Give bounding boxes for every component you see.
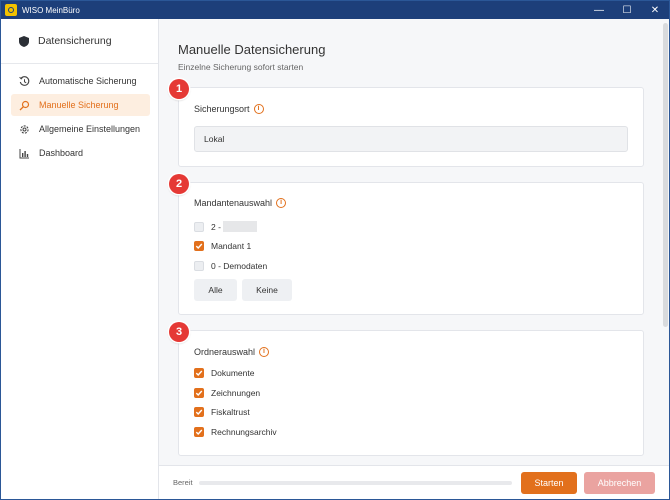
app-window: WISO MeinBüro — ☐ ✕ Datensicherung Autom… (0, 0, 670, 500)
checkbox[interactable] (194, 221, 204, 232)
title-bar: WISO MeinBüro — ☐ ✕ (1, 1, 669, 19)
page-title: Manuelle Datensicherung (178, 42, 326, 57)
sidebar: Datensicherung Automatische Sicherung Ma… (1, 19, 159, 499)
checkbox[interactable] (194, 241, 204, 251)
history-icon (19, 75, 30, 86)
info-icon[interactable]: i (276, 198, 287, 208)
search-icon (19, 100, 30, 110)
option-label: 0 - Demodaten (211, 261, 268, 271)
mandant-option[interactable]: Mandant 1 (194, 241, 251, 251)
select-all-button[interactable]: Alle (194, 279, 237, 301)
gear-icon (20, 124, 29, 134)
folder-option[interactable]: Dokumente (194, 368, 254, 378)
sidebar-item-manuelle-sicherung[interactable]: Manuelle Sicherung (11, 94, 150, 116)
checkbox[interactable] (194, 427, 204, 437)
step-badge-2: 2 (169, 174, 189, 194)
sidebar-item-automatische-sicherung[interactable]: Automatische Sicherung (11, 70, 150, 92)
option-label: Zeichnungen (211, 388, 261, 398)
option-label: Fiskaltrust (211, 407, 250, 417)
redacted-text (222, 221, 257, 232)
option-label: Rechnungsarchiv (211, 427, 277, 437)
option-label: Mandant 1 (211, 241, 252, 251)
sidebar-item-label: Automatische Sicherung (39, 76, 137, 86)
folder-option[interactable]: Zeichnungen (194, 388, 260, 398)
minimize-button[interactable]: — (585, 1, 613, 19)
shield-icon (19, 35, 29, 47)
sidebar-item-allgemeine-einstellungen[interactable]: Allgemeine Einstellungen (11, 118, 150, 140)
info-icon[interactable]: i (259, 347, 270, 357)
main-content: Manuelle Datensicherung Einzelne Sicheru… (159, 19, 669, 465)
section-title-text: Mandantenauswahl (194, 198, 273, 208)
sicherungsort-card: Sicherungsort i Lokal (178, 87, 644, 167)
step-badge-1: 1 (169, 79, 189, 99)
progress-bar (199, 481, 512, 485)
sidebar-header-label: Datensicherung (38, 35, 112, 47)
page-subtitle: Einzelne Sicherung sofort starten (178, 62, 304, 72)
mandant-option[interactable]: 2 - (194, 221, 257, 232)
checkbox[interactable] (194, 388, 204, 398)
sidebar-item-label: Manuelle Sicherung (39, 100, 119, 110)
sidebar-item-label: Dashboard (39, 148, 84, 158)
sidebar-item-label: Allgemeine Einstellungen (39, 124, 141, 134)
sidebar-header: Datensicherung (1, 19, 158, 63)
checkbox[interactable] (194, 368, 204, 378)
start-button[interactable]: Starten (521, 472, 577, 494)
close-button[interactable]: ✕ (641, 1, 669, 19)
folder-option[interactable]: Fiskaltrust (194, 407, 250, 417)
mandant-option[interactable]: 0 - Demodaten (194, 261, 267, 271)
option-label: 2 - (211, 221, 221, 232)
sicherungsort-title: Sicherungsort i (194, 104, 264, 114)
footer-bar: Bereit Starten Abbrechen (159, 465, 669, 499)
step-badge-3: 3 (169, 322, 189, 342)
section-title-text: Sicherungsort (194, 104, 250, 114)
section-title-text: Ordnerauswahl (194, 347, 256, 357)
sicherungsort-select[interactable]: Lokal (194, 126, 628, 152)
option-label: Dokumente (211, 368, 255, 378)
info-icon[interactable]: i (253, 104, 264, 114)
app-logo-icon (5, 4, 17, 16)
ordnerauswahl-title: Ordnerauswahl i (194, 347, 270, 357)
status-text: Bereit (173, 478, 193, 487)
checkbox[interactable] (194, 261, 204, 271)
folder-option[interactable]: Rechnungsarchiv (194, 427, 277, 437)
bar-chart-icon (19, 148, 29, 158)
select-none-button[interactable]: Keine (242, 279, 292, 301)
mandantenauswahl-title: Mandantenauswahl i (194, 198, 287, 208)
sidebar-item-dashboard[interactable]: Dashboard (11, 142, 150, 164)
vertical-scrollbar[interactable] (663, 23, 668, 327)
mandantenauswahl-card: Mandantenauswahl i 2 - Mandant 1 0 - Dem… (178, 182, 644, 315)
window-title: WISO MeinBüro (22, 5, 80, 15)
window-controls: — ☐ ✕ (585, 1, 669, 19)
sidebar-divider (1, 63, 158, 64)
ordnerauswahl-card: Ordnerauswahl i Dokumente Zeichnungen Fi… (178, 330, 644, 456)
cancel-button[interactable]: Abbrechen (584, 472, 655, 494)
checkbox[interactable] (194, 407, 204, 417)
maximize-button[interactable]: ☐ (613, 1, 641, 19)
